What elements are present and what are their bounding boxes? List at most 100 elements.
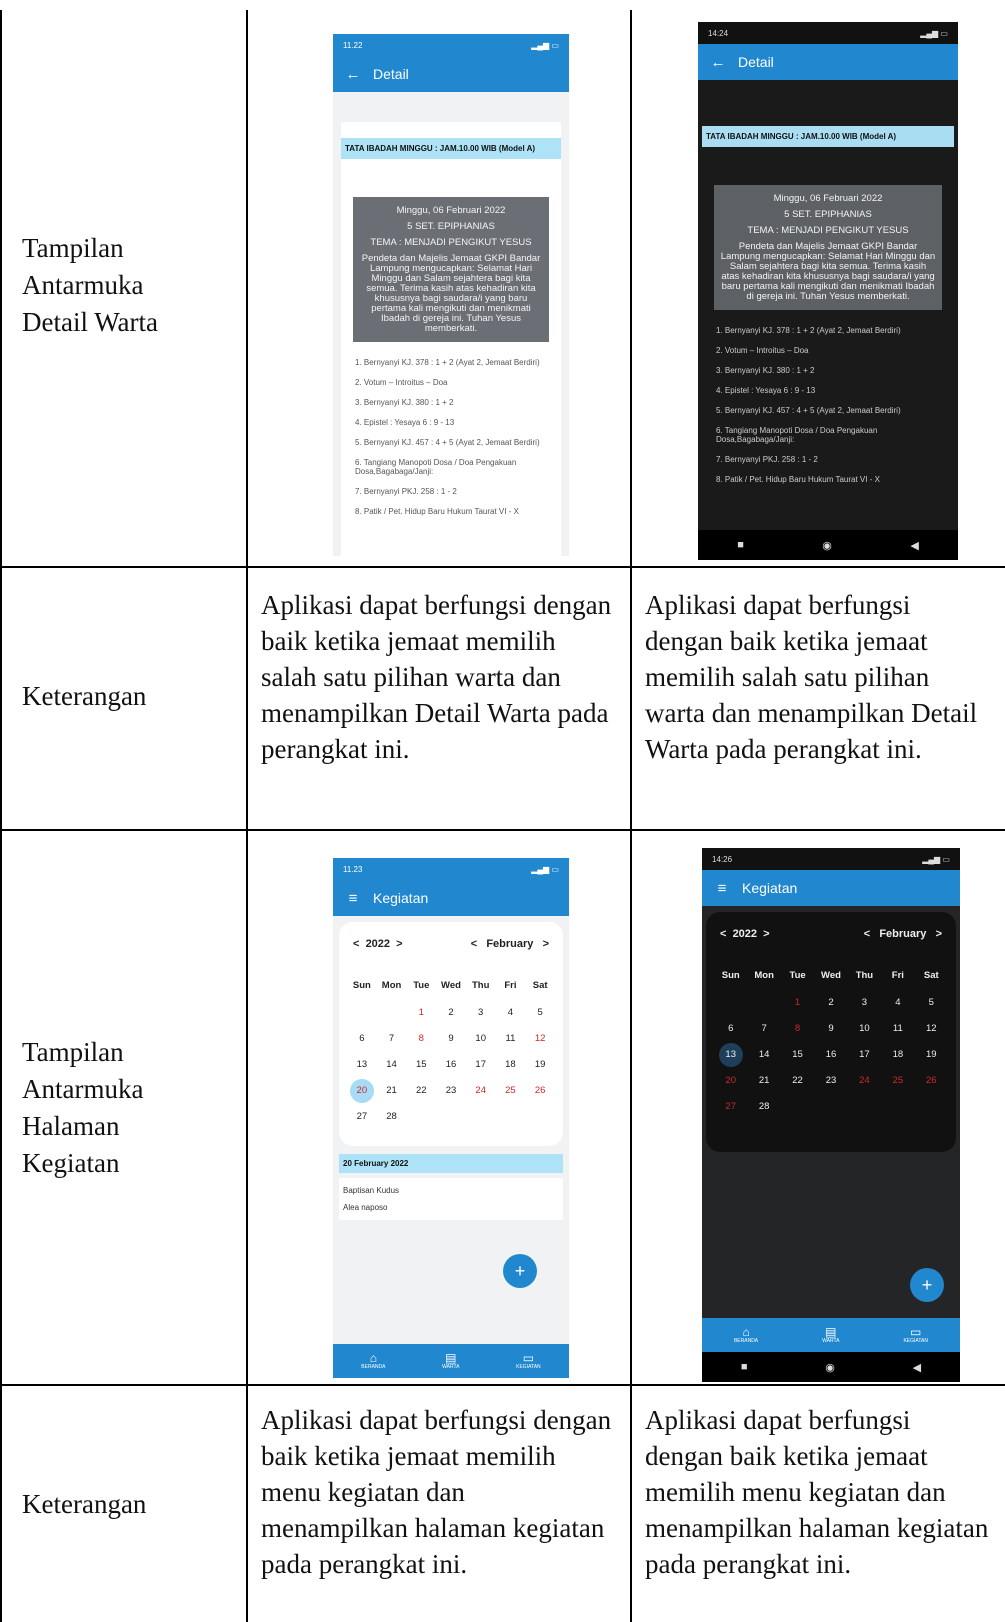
day-cell[interactable]: 26 xyxy=(915,1068,948,1094)
table-border-left xyxy=(0,10,2,1622)
day-cell[interactable]: 13 xyxy=(347,1052,377,1078)
day-cell[interactable]: 23 xyxy=(436,1078,466,1104)
nav-kegiatan[interactable]: ▭ KEGIATAN xyxy=(903,1326,928,1344)
day-cell[interactable]: 5 xyxy=(915,990,948,1016)
day-cell[interactable]: 27 xyxy=(714,1094,747,1120)
prev-year-button[interactable]: < xyxy=(720,928,726,940)
day-cell[interactable]: 14 xyxy=(377,1052,407,1078)
event-list: Baptisan Kudus Alea naposo xyxy=(339,1178,563,1220)
add-button[interactable]: + xyxy=(503,1254,537,1288)
day-cell[interactable]: 19 xyxy=(525,1052,555,1078)
list-item: 4. Epistel : Yesaya 6 : 9 - 13 xyxy=(716,386,816,395)
status-bar: 14:24 ▂▄▆ ▭ xyxy=(698,22,958,44)
recent-apps-icon[interactable]: ■ xyxy=(737,539,744,551)
prev-month-button[interactable]: < xyxy=(864,928,870,940)
day-cell[interactable]: 23 xyxy=(814,1068,847,1094)
calendar-icon: ▭ xyxy=(522,1351,535,1365)
day-cell[interactable]: 4 xyxy=(881,990,914,1016)
day-cell[interactable]: 7 xyxy=(377,1026,407,1052)
day-cell[interactable]: 12 xyxy=(915,1016,948,1042)
day-cell[interactable]: 2 xyxy=(814,990,847,1016)
day-cell[interactable]: 28 xyxy=(747,1094,780,1120)
back-icon[interactable]: ◀ xyxy=(910,539,918,552)
next-month-button[interactable]: > xyxy=(543,938,549,950)
prev-year-button[interactable]: < xyxy=(353,938,359,950)
list-item: 6. Tangiang Manopoti Dosa / Doa Pengakua… xyxy=(355,458,517,476)
signal-battery-icon: ▂▄▆ ▭ xyxy=(531,864,559,874)
nav-warta[interactable]: ▤ WARTA xyxy=(822,1326,839,1344)
day-cell[interactable]: 11 xyxy=(881,1016,914,1042)
list-item[interactable]: Baptisan Kudus xyxy=(343,1182,559,1199)
day-cell[interactable]: 19 xyxy=(915,1042,948,1068)
day-cell[interactable]: 10 xyxy=(466,1026,496,1052)
day-cell[interactable]: 15 xyxy=(781,1042,814,1068)
day-cell[interactable]: 21 xyxy=(377,1078,407,1104)
day-cell[interactable]: 2 xyxy=(436,1000,466,1026)
day-cell[interactable]: 20 xyxy=(714,1068,747,1094)
day-cell[interactable]: 22 xyxy=(406,1078,436,1104)
nav-warta[interactable]: ▤ WARTA xyxy=(442,1352,459,1370)
next-year-button[interactable]: > xyxy=(763,928,769,940)
day-cell[interactable]: 8 xyxy=(406,1026,436,1052)
day-cell[interactable]: 9 xyxy=(814,1016,847,1042)
add-button[interactable]: + xyxy=(910,1268,944,1302)
day-cell[interactable]: 6 xyxy=(714,1016,747,1042)
day-cell[interactable]: 6 xyxy=(347,1026,377,1052)
next-year-button[interactable]: > xyxy=(396,938,402,950)
recent-apps-icon[interactable]: ■ xyxy=(741,1361,748,1373)
day-cell[interactable]: 16 xyxy=(436,1052,466,1078)
day-cell[interactable]: 25 xyxy=(496,1078,526,1104)
day-cell[interactable]: 9 xyxy=(436,1026,466,1052)
description-kegiatan-light: Aplikasi dapat berfungsi dengan baik ket… xyxy=(261,1405,612,1579)
day-cell[interactable]: 18 xyxy=(881,1042,914,1068)
home-icon[interactable]: ◉ xyxy=(822,539,832,552)
day-cell[interactable]: 3 xyxy=(848,990,881,1016)
nav-beranda[interactable]: ⌂ BERANDA xyxy=(361,1352,385,1370)
day-cell[interactable]: 11 xyxy=(496,1026,526,1052)
menu-icon[interactable]: ≡ xyxy=(333,890,373,907)
day-cell[interactable]: 26 xyxy=(525,1078,555,1104)
list-item: 7. Bernyanyi PKJ. 258 : 1 - 2 xyxy=(716,455,818,464)
list-item: 3. Bernyanyi KJ. 380 : 1 + 2 xyxy=(355,398,454,407)
bottom-nav: ⌂ BERANDA ▤ WARTA ▭ KEGIATAN xyxy=(333,1344,569,1378)
nav-kegiatan[interactable]: ▭ KEGIATAN xyxy=(516,1352,541,1370)
next-month-button[interactable]: > xyxy=(936,928,942,940)
back-arrow-icon[interactable]: ← xyxy=(333,66,373,83)
day-cell[interactable]: 28 xyxy=(377,1104,407,1130)
day-cell[interactable]: 14 xyxy=(747,1042,780,1068)
day-cell[interactable]: 18 xyxy=(496,1052,526,1078)
detail-content: TATA IBADAH MINGGU : JAM.10.00 WIB (Mode… xyxy=(341,122,561,556)
day-cell[interactable]: 7 xyxy=(747,1016,780,1042)
prev-month-button[interactable]: < xyxy=(471,938,477,950)
day-cell[interactable]: 4 xyxy=(496,1000,526,1026)
day-cell[interactable]: 24 xyxy=(848,1068,881,1094)
back-icon[interactable]: ◀ xyxy=(913,1361,921,1374)
list-item[interactable]: Alea naposo xyxy=(343,1199,559,1216)
app-bar: ≡ Kegiatan xyxy=(333,880,569,916)
day-cell[interactable]: 10 xyxy=(848,1016,881,1042)
day-cell[interactable]: 8 xyxy=(781,1016,814,1042)
day-cell[interactable]: 1 xyxy=(406,1000,436,1026)
row-divider-3 xyxy=(0,1384,1005,1386)
day-cell[interactable]: 22 xyxy=(781,1068,814,1094)
menu-icon[interactable]: ≡ xyxy=(702,880,742,897)
description-detail-light: Aplikasi dapat berfungsi dengan baik ket… xyxy=(261,590,612,764)
day-cell[interactable]: 15 xyxy=(406,1052,436,1078)
day-cell-selected[interactable]: 20 xyxy=(347,1078,377,1104)
list-item: 4. Epistel : Yesaya 6 : 9 - 13 xyxy=(355,418,455,427)
day-cell[interactable]: 1 xyxy=(781,990,814,1016)
day-cell[interactable]: 17 xyxy=(848,1042,881,1068)
home-icon[interactable]: ◉ xyxy=(825,1361,835,1374)
day-cell[interactable]: 25 xyxy=(881,1068,914,1094)
day-cell[interactable]: 5 xyxy=(525,1000,555,1026)
day-cell[interactable]: 17 xyxy=(466,1052,496,1078)
back-arrow-icon[interactable]: ← xyxy=(698,54,738,71)
day-cell[interactable]: 21 xyxy=(747,1068,780,1094)
day-cell[interactable]: 16 xyxy=(814,1042,847,1068)
day-cell[interactable]: 27 xyxy=(347,1104,377,1130)
day-cell[interactable]: 12 xyxy=(525,1026,555,1052)
day-cell[interactable]: 24 xyxy=(466,1078,496,1104)
day-cell[interactable]: 3 xyxy=(466,1000,496,1026)
day-cell-selected[interactable]: 13 xyxy=(714,1042,747,1068)
nav-beranda[interactable]: ⌂ BERANDA xyxy=(734,1326,758,1344)
